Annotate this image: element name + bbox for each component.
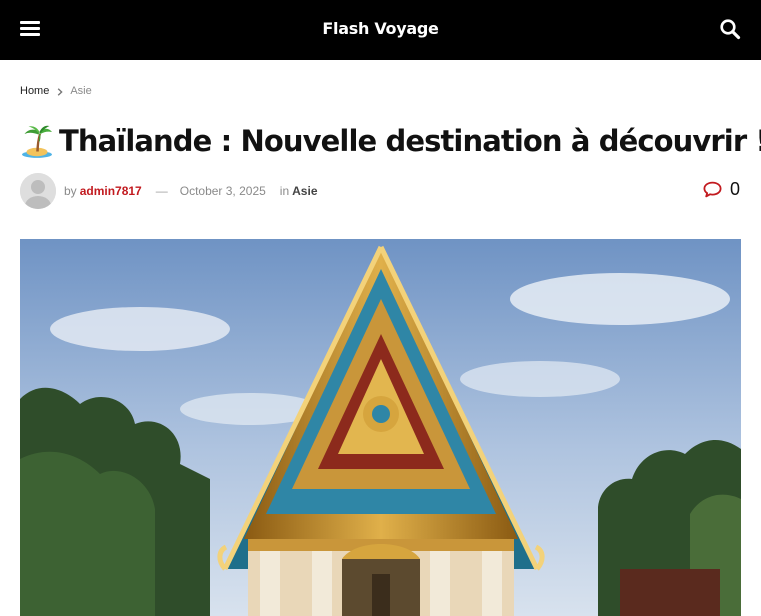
chevron-right-icon <box>57 87 63 96</box>
breadcrumb-category-link[interactable]: Asie <box>70 85 91 97</box>
comment-count: 0 <box>729 179 740 199</box>
author-link[interactable]: admin7817 <box>80 184 142 198</box>
breadcrumb-home-link[interactable]: Home <box>20 85 49 97</box>
search-icon[interactable] <box>719 18 741 40</box>
meta-in-label: in <box>279 184 290 198</box>
category-link[interactable]: Asie <box>292 184 317 198</box>
page-title-text: Thaïlande : Nouvelle destination à décou… <box>59 124 761 158</box>
comment-icon <box>703 181 722 198</box>
comments-link[interactable]: 0 <box>703 179 740 200</box>
palm-tree-island-icon <box>20 123 54 159</box>
thai-temple-photo <box>20 239 741 616</box>
breadcrumb: Home Asie <box>20 84 92 98</box>
top-navbar: Flash Voyage <box>0 0 761 60</box>
post-meta: by admin7817 — October 3, 2025 in Asie 0 <box>20 173 741 209</box>
meta-by-label: by <box>64 184 77 198</box>
site-brand[interactable]: Flash Voyage <box>0 19 761 38</box>
meta-divider: — <box>155 184 168 198</box>
avatar[interactable] <box>20 173 56 209</box>
post-date[interactable]: October 3, 2025 <box>180 184 266 198</box>
page-title: Thaïlande : Nouvelle destination à décou… <box>20 120 761 162</box>
